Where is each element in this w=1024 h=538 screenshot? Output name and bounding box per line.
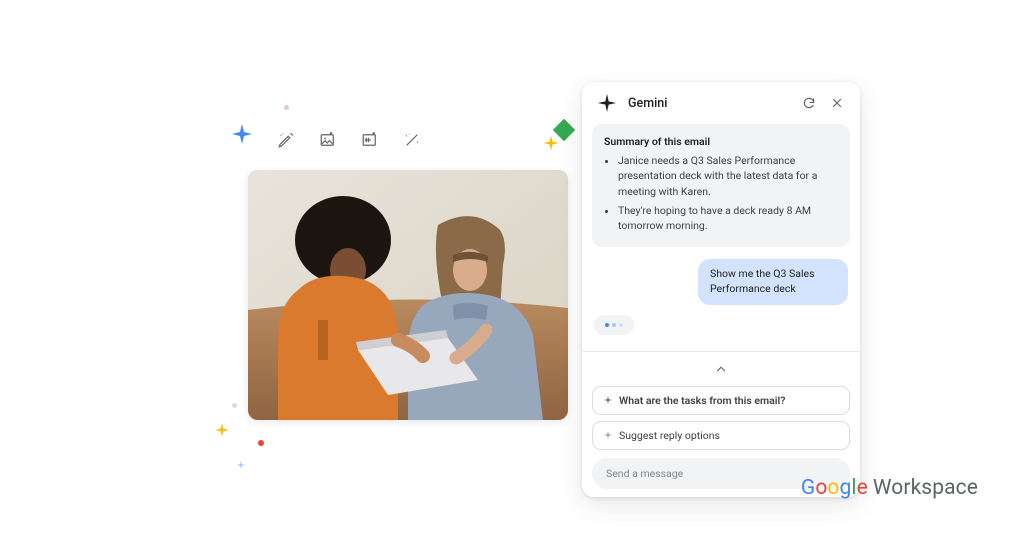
workspace-wordmark: Workspace (873, 476, 978, 500)
gemini-spark-icon (596, 92, 618, 114)
decor-spark-yellow (542, 134, 560, 152)
gemini-spark-icon (603, 395, 613, 405)
divider (582, 351, 860, 352)
close-button[interactable] (826, 92, 848, 114)
message-input-placeholder: Send a message (606, 467, 683, 480)
gemini-spark-icon (603, 430, 613, 440)
collapse-suggestions-button[interactable] (711, 362, 731, 376)
image-expand-icon[interactable] (360, 130, 380, 150)
summary-heading: Summary of this email (604, 134, 838, 149)
summary-point: Janice needs a Q3 Sales Performance pres… (618, 153, 838, 199)
refresh-icon (802, 96, 816, 110)
suggestion-label: Suggest reply options (619, 429, 720, 442)
suggestion-chip[interactable]: Suggest reply options (592, 421, 850, 450)
suggestion-chip-primary[interactable]: What are the tasks from this email? (592, 386, 850, 415)
gemini-side-panel: Gemini Summary of this email Janice need… (582, 82, 860, 497)
hero-photo (248, 170, 568, 420)
google-wordmark: Google (801, 476, 868, 500)
suggestion-label: What are the tasks from this email? (619, 394, 785, 407)
image-add-icon[interactable] (318, 130, 338, 150)
decor-dot-gray-2 (284, 105, 289, 110)
panel-title: Gemini (628, 96, 792, 111)
refresh-button[interactable] (798, 92, 820, 114)
gemini-toolbar (230, 130, 422, 150)
decor-spark-yellow-2 (214, 422, 230, 438)
magic-wand-icon[interactable] (402, 130, 422, 150)
chevron-up-icon (714, 362, 728, 376)
summary-point: They're hoping to have a deck ready 8 AM… (618, 203, 838, 233)
decor-spark-tiny (236, 460, 246, 470)
close-icon (830, 96, 844, 110)
panel-header: Gemini (582, 82, 860, 124)
user-message-bubble: Show me the Q3 Sales Performance deck (698, 259, 848, 304)
typing-indicator (594, 315, 634, 335)
google-workspace-logo: Google Workspace (801, 476, 978, 500)
decor-dot-red (258, 440, 264, 446)
magic-pencil-icon[interactable] (276, 130, 296, 150)
decor-dot-gray (232, 403, 237, 408)
summary-card: Summary of this email Janice needs a Q3 … (592, 124, 850, 247)
suggestion-area: What are the tasks from this email? Sugg… (582, 358, 860, 450)
